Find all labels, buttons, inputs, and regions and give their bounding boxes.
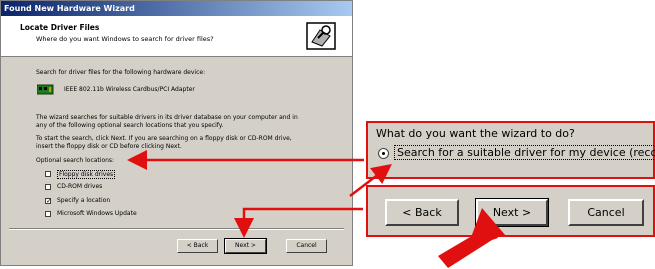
pointer-arrow-icon	[438, 208, 506, 268]
annotation-overlay	[127, 150, 506, 268]
arrow-to-next-button	[234, 207, 363, 238]
arrow-to-radio	[349, 163, 392, 197]
